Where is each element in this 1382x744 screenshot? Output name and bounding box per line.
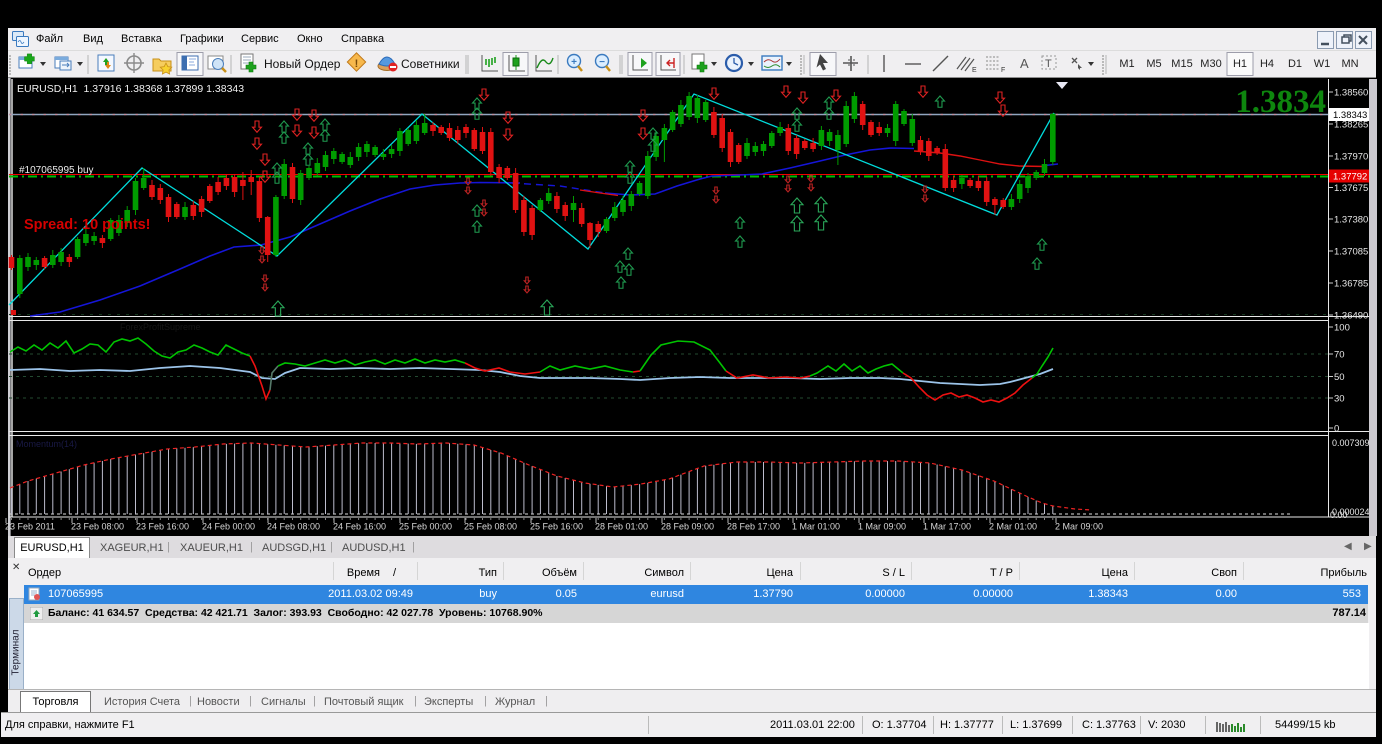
svg-text:M5: M5 bbox=[1146, 58, 1161, 70]
svg-text:Momentum(14): Momentum(14) bbox=[16, 439, 77, 449]
svg-text:24 Feb 08:00: 24 Feb 08:00 bbox=[267, 522, 320, 532]
svg-text:W1: W1 bbox=[1314, 58, 1331, 70]
svg-text:1.37675: 1.37675 bbox=[1334, 183, 1368, 194]
svg-text:23 Feb 2011: 23 Feb 2011 bbox=[5, 522, 55, 532]
svg-text:23 Feb 16:00: 23 Feb 16:00 bbox=[136, 522, 189, 532]
svg-text:1.36490: 1.36490 bbox=[1334, 311, 1368, 322]
svg-text:28 Feb 01:00: 28 Feb 01:00 bbox=[595, 522, 648, 532]
svg-text:1.36785: 1.36785 bbox=[1334, 279, 1368, 290]
svg-text:H4: H4 bbox=[1260, 58, 1274, 70]
svg-text:1 Mar 09:00: 1 Mar 09:00 bbox=[858, 522, 906, 532]
svg-text:0: 0 bbox=[1334, 424, 1339, 435]
svg-text:M30: M30 bbox=[1200, 58, 1221, 70]
svg-text:1 Mar 17:00: 1 Mar 17:00 bbox=[923, 522, 971, 532]
svg-text:1.38560: 1.38560 bbox=[1334, 88, 1368, 99]
svg-text:28 Feb 17:00: 28 Feb 17:00 bbox=[727, 522, 780, 532]
svg-text:1.37792: 1.37792 bbox=[1333, 172, 1367, 183]
svg-text:25 Feb 00:00: 25 Feb 00:00 bbox=[399, 522, 452, 532]
svg-text:70: 70 bbox=[1334, 350, 1345, 361]
svg-text:0.007309: 0.007309 bbox=[1332, 438, 1370, 448]
svg-text:ForexProfitSupreme: ForexProfitSupreme bbox=[120, 322, 201, 332]
svg-text:F: F bbox=[1001, 67, 1005, 74]
svg-text:30: 30 bbox=[1334, 394, 1345, 405]
svg-text:1 Mar 01:00: 1 Mar 01:00 bbox=[792, 522, 840, 532]
svg-text:1.38343: 1.38343 bbox=[1333, 110, 1367, 121]
svg-text:#107065995 buy: #107065995 buy bbox=[19, 165, 94, 176]
svg-text:1.38265: 1.38265 bbox=[1334, 120, 1368, 131]
svg-text:1.3834: 1.3834 bbox=[1235, 84, 1326, 120]
svg-text:Советники: Советники bbox=[401, 57, 460, 71]
svg-text:50: 50 bbox=[1334, 372, 1345, 383]
svg-text:A: A bbox=[1020, 56, 1029, 71]
svg-text:23 Feb 08:00: 23 Feb 08:00 bbox=[71, 522, 124, 532]
svg-text:24 Feb 00:00: 24 Feb 00:00 bbox=[202, 522, 255, 532]
svg-text:Новый Ордер: Новый Ордер bbox=[264, 57, 341, 71]
svg-text:E: E bbox=[972, 67, 977, 74]
svg-text:100: 100 bbox=[1334, 323, 1350, 334]
svg-text:+: + bbox=[571, 57, 577, 68]
svg-text:1.37380: 1.37380 bbox=[1334, 215, 1368, 226]
svg-text:D1: D1 bbox=[1288, 58, 1302, 70]
svg-text:24 Feb 16:00: 24 Feb 16:00 bbox=[333, 522, 386, 532]
svg-text:MN: MN bbox=[1341, 58, 1358, 70]
svg-text:EURUSD,H1 1.37916 1.38368 1.3: EURUSD,H1 1.37916 1.38368 1.37899 1.3834… bbox=[17, 83, 244, 95]
svg-text:1.37085: 1.37085 bbox=[1334, 247, 1368, 258]
svg-text:!: ! bbox=[355, 58, 359, 70]
svg-text:H1: H1 bbox=[1233, 58, 1247, 70]
svg-text:28 Feb 09:00: 28 Feb 09:00 bbox=[661, 522, 714, 532]
svg-text:2 Mar 09:00: 2 Mar 09:00 bbox=[1055, 522, 1103, 532]
svg-text:−: − bbox=[599, 57, 605, 68]
svg-text:T: T bbox=[1045, 58, 1052, 70]
svg-text:M1: M1 bbox=[1119, 58, 1134, 70]
svg-text:Spread: 10 points!: Spread: 10 points! bbox=[24, 217, 151, 233]
svg-text:M15: M15 bbox=[1171, 58, 1192, 70]
svg-text:1.37970: 1.37970 bbox=[1334, 152, 1368, 163]
svg-text:25 Feb 08:00: 25 Feb 08:00 bbox=[464, 522, 517, 532]
svg-text:0.00: 0.00 bbox=[1330, 510, 1348, 520]
svg-text:2 Mar 01:00: 2 Mar 01:00 bbox=[989, 522, 1037, 532]
svg-text:25 Feb 16:00: 25 Feb 16:00 bbox=[530, 522, 583, 532]
